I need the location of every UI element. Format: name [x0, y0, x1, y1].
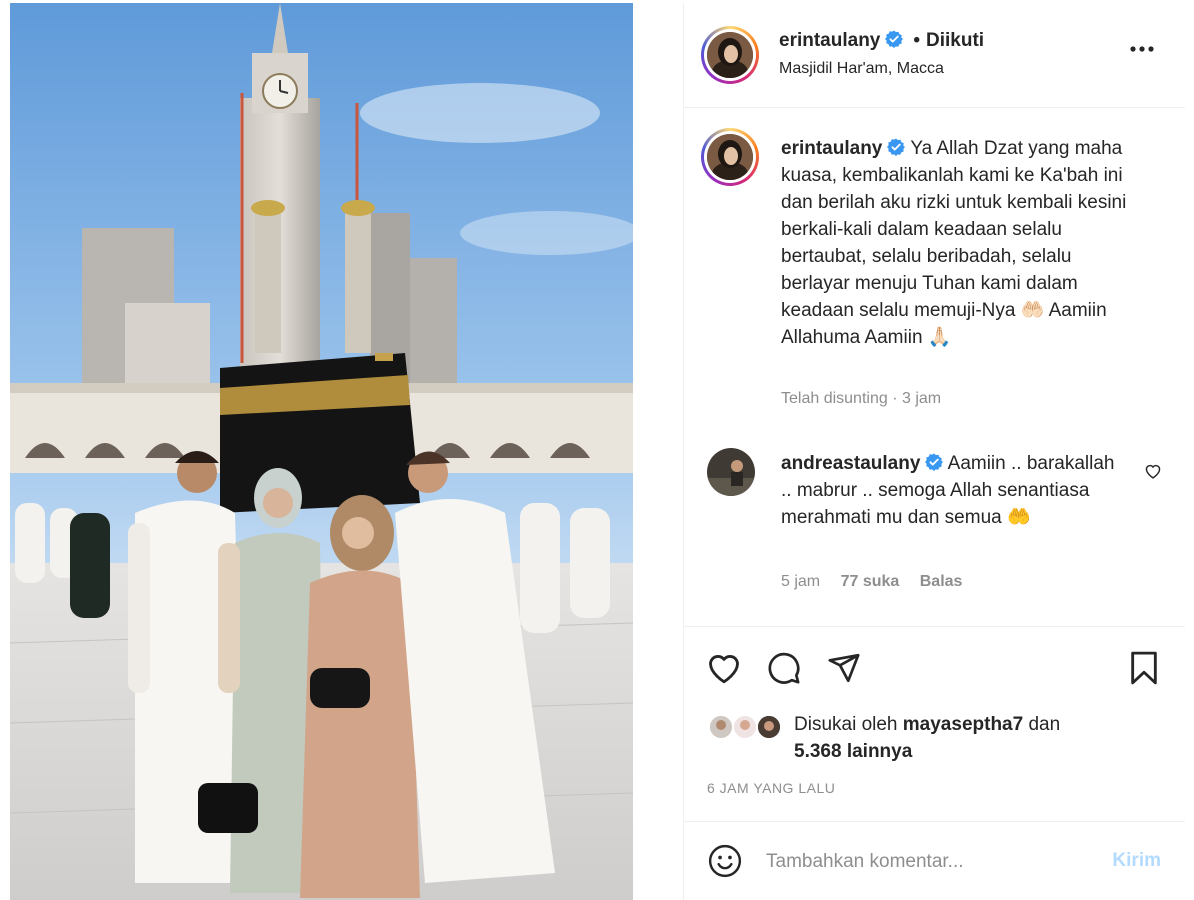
caption-meta: Telah disunting · 3 jam — [781, 390, 941, 408]
avatar-photo — [734, 716, 756, 738]
add-comment-bar: Kirim — [684, 821, 1185, 900]
comment-reply-button[interactable]: Balas — [920, 573, 963, 590]
comment-username[interactable]: andreastaulany — [781, 453, 920, 474]
caption-meta-separator: · — [892, 390, 898, 407]
verified-badge-icon — [887, 138, 906, 156]
post-header: erintaulany • Diikuti Masjidil Har'am, Mac… — [684, 3, 1185, 108]
comment-time[interactable]: 5 jam — [781, 573, 820, 590]
author-username[interactable]: erintaulany — [779, 30, 880, 51]
avatar-photo — [758, 716, 780, 738]
heart-icon[interactable] — [706, 651, 742, 684]
header-title-row: erintaulany • Diikuti — [779, 30, 984, 52]
follow-state-button[interactable]: Diikuti — [926, 30, 984, 51]
caption-author-avatar[interactable] — [701, 128, 759, 186]
post-time-ago[interactable]: 6 JAM YANG LALU — [707, 780, 835, 796]
post-detail-panel: erintaulany • Diikuti Masjidil Har'am, Mac… — [683, 3, 1185, 900]
verified-badge-icon — [925, 453, 944, 471]
bookmark-icon[interactable] — [1128, 651, 1160, 685]
caption-text: Ya Allah Dzat yang maha kuasa, kembalika… — [781, 138, 1127, 348]
post-photo[interactable] — [10, 3, 633, 900]
post-photo-illustration — [10, 3, 633, 900]
avatar-photo — [707, 448, 755, 496]
comment-icon[interactable] — [767, 651, 801, 685]
more-horizontal-icon[interactable] — [1127, 39, 1157, 59]
comment: andreastaulany Aamiin .. barakallah .. m… — [781, 450, 1126, 531]
comment-like-heart-icon[interactable] — [1144, 463, 1162, 479]
emoji-smile-icon[interactable] — [708, 844, 742, 878]
caption-edited-label: Telah disunting — [781, 390, 888, 407]
post-comment-button[interactable]: Kirim — [1112, 850, 1161, 872]
avatar-photo — [707, 134, 753, 180]
comment-avatar[interactable] — [707, 448, 755, 496]
verified-badge-icon — [885, 30, 904, 48]
header-dot-separator: • — [913, 30, 921, 51]
likes-prefix: Disukai oleh — [794, 714, 898, 735]
likes-joiner: dan — [1028, 714, 1061, 735]
author-avatar[interactable] — [701, 26, 759, 84]
post-location[interactable]: Masjidil Har'am, Macca — [779, 60, 944, 78]
comment-meta: 5 jam 77 suka Balas — [781, 573, 962, 591]
comment-input[interactable] — [766, 848, 1096, 876]
liked-by-avatar[interactable] — [732, 714, 758, 740]
likes-summary: Disukai oleh mayaseptha7 dan 5.368 lainn… — [794, 711, 1174, 765]
liked-by-avatar[interactable] — [708, 714, 734, 740]
post-actions: Disukai oleh mayaseptha7 dan 5.368 lainn… — [684, 626, 1185, 821]
comment-likes-count[interactable]: 77 suka — [841, 573, 900, 590]
likes-first-user[interactable]: mayaseptha7 — [903, 714, 1023, 735]
avatar-photo — [710, 716, 732, 738]
paper-plane-icon[interactable] — [827, 651, 861, 685]
liked-by-avatar[interactable] — [756, 714, 782, 740]
caption-time[interactable]: 3 jam — [902, 390, 941, 407]
caption: erintaulany Ya Allah Dzat yang maha kuas… — [781, 135, 1141, 351]
caption-username[interactable]: erintaulany — [781, 138, 882, 159]
likes-others[interactable]: 5.368 lainnya — [794, 741, 912, 762]
avatar-photo — [707, 32, 753, 78]
comments-list[interactable]: erintaulany Ya Allah Dzat yang maha kuas… — [684, 108, 1185, 628]
